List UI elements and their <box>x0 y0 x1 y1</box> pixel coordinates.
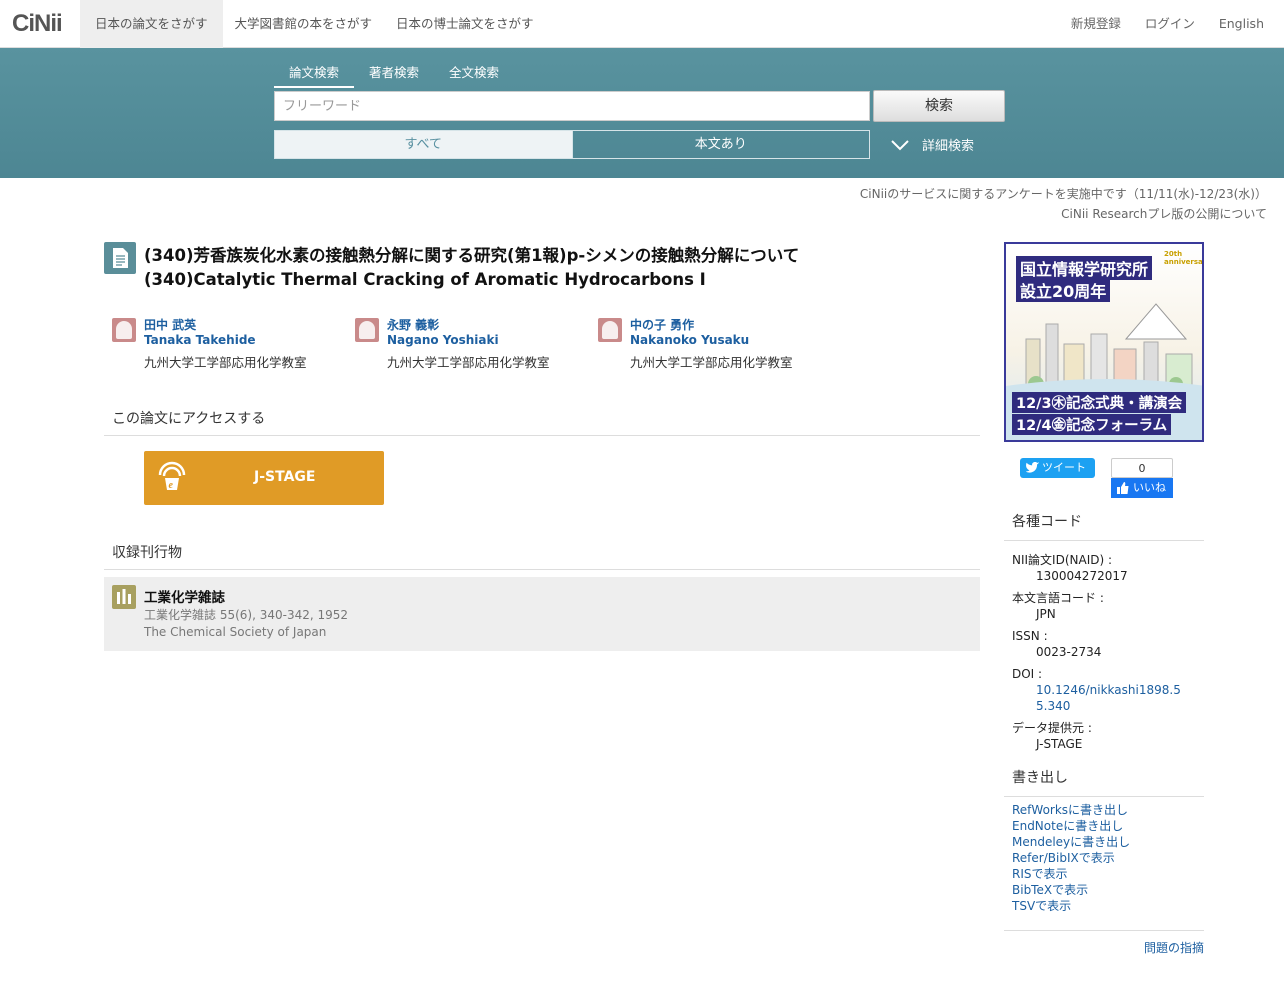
service-nav: 日本の論文をさがす 大学図書館の本をさがす 日本の博士論文をさがす <box>80 0 546 48</box>
author-name-en[interactable]: Nagano Yoshiaki <box>387 333 550 348</box>
research-preview-link[interactable]: CiNii Researchプレ版の公開について <box>860 204 1267 224</box>
facebook-like-button[interactable]: いいね <box>1111 478 1173 498</box>
export-refer-link[interactable]: Refer/BibIXで表示 <box>1012 850 1130 866</box>
article-title-ja: (340)芳香族炭化水素の接触熱分解に関する研究(第1報)p-シメンの接触熱分解… <box>144 246 800 265</box>
export-heading: 書き出し <box>1004 767 1204 797</box>
author-name-ja[interactable]: 中の子 勇作 <box>630 318 793 333</box>
svg-text:e: e <box>169 480 174 491</box>
author-list: 田中 武英 Tanaka Takehide 九州大学工学部応用化学教室 永野 義… <box>112 318 841 371</box>
code-label: 本文言語コード : <box>1012 591 1104 605</box>
journal-heading: 収録刊行物 <box>104 542 980 570</box>
journal-name[interactable]: 工業化学雑誌 <box>144 586 225 606</box>
access-heading: この論文にアクセスする <box>104 408 980 436</box>
chevron-down-icon <box>891 139 909 150</box>
divider <box>1004 930 1204 931</box>
search-button[interactable]: 検索 <box>873 90 1005 122</box>
person-icon <box>112 318 136 342</box>
tab-article-search[interactable]: 論文検索 <box>274 62 354 88</box>
nav-japanese-papers[interactable]: 日本の論文をさがす <box>80 0 223 48</box>
journal-item: 工業化学雑誌 工業化学雑誌 55(6), 340-342, 1952 The C… <box>104 577 980 651</box>
jstage-label: J-STAGE <box>254 469 316 485</box>
export-list: RefWorksに書き出し EndNoteに書き出し Mendeleyに書き出し… <box>1012 802 1130 914</box>
document-icon <box>104 242 136 274</box>
code-value: JPN <box>1036 607 1056 621</box>
account-nav: 新規登録 ログイン English <box>1071 0 1264 48</box>
person-icon <box>598 318 622 342</box>
author-item: 永野 義彰 Nagano Yoshiaki 九州大学工学部応用化学教室 <box>355 318 598 371</box>
login-link[interactable]: ログイン <box>1145 0 1195 48</box>
jstage-icon: e <box>158 461 186 491</box>
banner-line-4: 12/4㊎記念フォーラム <box>1012 414 1172 435</box>
nav-dissertations[interactable]: 日本の博士論文をさがす <box>384 0 546 48</box>
author-affiliation: 九州大学工学部応用化学教室 <box>387 355 550 370</box>
codes-list: NII論文ID(NAID) : 130004272017 本文言語コード : J… <box>1012 546 1192 752</box>
english-link[interactable]: English <box>1219 0 1264 48</box>
tab-fulltext-search[interactable]: 全文検索 <box>434 62 514 88</box>
author-name-ja[interactable]: 永野 義彰 <box>387 318 550 333</box>
code-label: DOI : <box>1012 667 1043 681</box>
fulltext-filter: すべて 本文あり <box>274 130 870 159</box>
top-navigation-bar: CiNii 日本の論文をさがす 大学図書館の本をさがす 日本の博士論文をさがす … <box>0 0 1284 48</box>
code-value: 0023-2734 <box>1036 645 1102 659</box>
nii-20th-anniversary-banner[interactable]: 国立情報学研究所 設立20周年 20th anniversary 12/3㊍記念… <box>1004 242 1204 442</box>
author-name-en[interactable]: Tanaka Takehide <box>144 333 307 348</box>
author-item: 田中 武英 Tanaka Takehide 九州大学工学部応用化学教室 <box>112 318 355 371</box>
code-label: データ提供元 : <box>1012 721 1092 735</box>
banner-line-3: 12/3㊍記念式典・講演会 <box>1012 392 1187 413</box>
survey-notice-link[interactable]: CiNiiのサービスに関するアンケートを実施中です（11/11(水)-12/23… <box>860 184 1267 204</box>
search-input[interactable] <box>274 91 870 121</box>
journal-publisher: The Chemical Society of Japan <box>144 625 327 639</box>
export-refworks-link[interactable]: RefWorksに書き出し <box>1012 802 1130 818</box>
filter-with-fulltext[interactable]: 本文あり <box>571 131 870 158</box>
like-count: 0 <box>1111 458 1173 478</box>
article-title-en: (340)Catalytic Thermal Cracking of Aroma… <box>144 270 706 289</box>
codes-heading: 各種コード <box>1004 511 1204 541</box>
tab-author-search[interactable]: 著者検索 <box>354 62 434 88</box>
banner-line-2: 設立20周年 <box>1016 278 1111 302</box>
facebook-like-label: いいね <box>1133 481 1166 494</box>
report-issue-link[interactable]: 問題の指摘 <box>1144 939 1204 956</box>
code-label: NII論文ID(NAID) : <box>1012 553 1113 567</box>
register-link[interactable]: 新規登録 <box>1071 0 1121 48</box>
banner-line-1: 国立情報学研究所 <box>1016 256 1153 280</box>
code-value: 130004272017 <box>1036 569 1128 583</box>
author-affiliation: 九州大学工学部応用化学教室 <box>144 355 307 370</box>
search-panel: 論文検索 著者検索 全文検索 検索 すべて 本文あり 詳細検索 <box>0 48 1284 178</box>
twitter-bird-icon <box>1026 462 1040 473</box>
advanced-search-label: 詳細検索 <box>922 139 975 154</box>
journal-info: 工業化学雑誌 55(6), 340-342, 1952 The Chemical… <box>144 607 348 641</box>
tweet-label: ツイート <box>1042 461 1086 474</box>
nav-university-books[interactable]: 大学図書館の本をさがす <box>223 0 385 48</box>
doi-link[interactable]: 10.1246/nikkashi1898.55.340 <box>1012 682 1192 714</box>
search-tabs: 論文検索 著者検索 全文検索 <box>274 62 514 88</box>
export-bibtex-link[interactable]: BibTeXで表示 <box>1012 882 1130 898</box>
export-ris-link[interactable]: RISで表示 <box>1012 866 1130 882</box>
author-affiliation: 九州大学工学部応用化学教室 <box>630 355 793 370</box>
cinii-logo[interactable]: CiNii <box>12 10 63 38</box>
banner-badge: 20th anniversary <box>1164 250 1203 266</box>
thumbs-up-icon <box>1117 482 1129 494</box>
tweet-button[interactable]: ツイート <box>1020 458 1095 478</box>
journal-citation: 工業化学雑誌 55(6), 340-342, 1952 <box>144 608 349 622</box>
filter-all[interactable]: すべて <box>275 131 572 158</box>
export-mendeley-link[interactable]: Mendeleyに書き出し <box>1012 834 1130 850</box>
export-tsv-link[interactable]: TSVで表示 <box>1012 898 1130 914</box>
advanced-search-toggle[interactable]: 詳細検索 <box>890 135 974 154</box>
code-label: ISSN : <box>1012 629 1048 643</box>
author-name-ja[interactable]: 田中 武英 <box>144 318 307 333</box>
jstage-button[interactable]: e J-STAGE <box>144 451 384 505</box>
author-name-en[interactable]: Nakanoko Yusaku <box>630 333 793 348</box>
journal-icon <box>112 585 136 609</box>
export-endnote-link[interactable]: EndNoteに書き出し <box>1012 818 1130 834</box>
notices: CiNiiのサービスに関するアンケートを実施中です（11/11(水)-12/23… <box>860 184 1267 224</box>
author-item: 中の子 勇作 Nakanoko Yusaku 九州大学工学部応用化学教室 <box>598 318 841 371</box>
code-value: J-STAGE <box>1036 737 1083 751</box>
person-icon <box>355 318 379 342</box>
